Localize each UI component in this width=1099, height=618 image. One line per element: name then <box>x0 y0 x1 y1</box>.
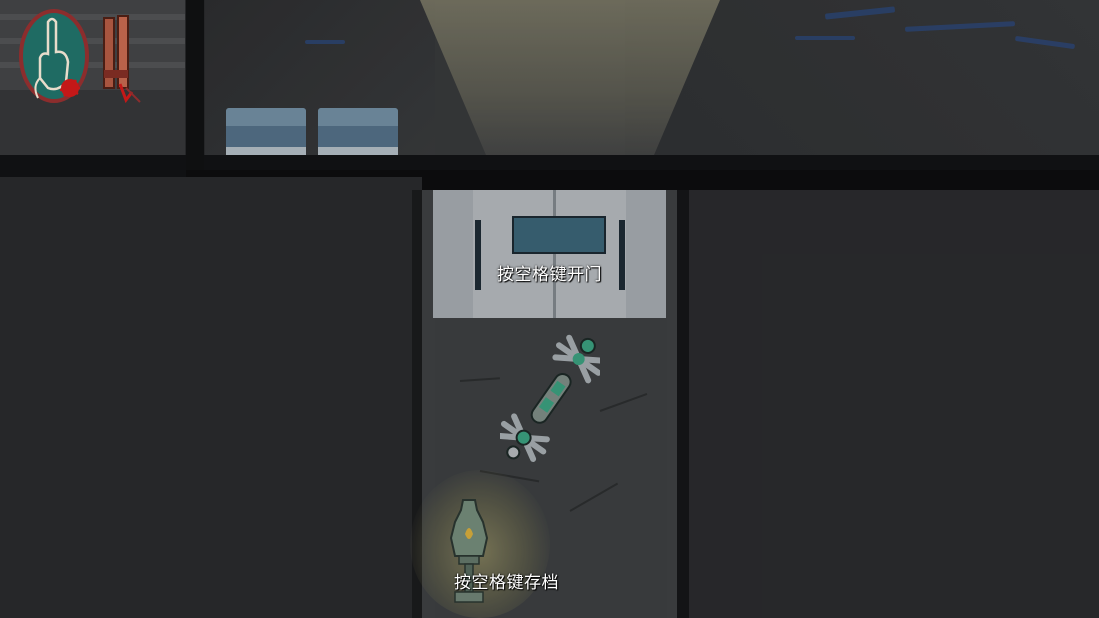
game-scene: 按空格键开门 按空格键存档 <box>0 0 1099 618</box>
left-dark-area <box>0 177 422 618</box>
door-window <box>512 216 606 254</box>
right-dark-area <box>688 190 1099 618</box>
player-character <box>500 334 600 462</box>
blue-stain <box>305 40 345 44</box>
open-door-prompt: 按空格键开门 <box>497 265 602 285</box>
bundled-talisman-icon <box>103 15 141 104</box>
hospital-bed <box>318 108 398 155</box>
door[interactable] <box>433 190 666 318</box>
wall-vertical <box>186 0 204 177</box>
blue-stain <box>795 36 855 40</box>
hospital-bed <box>226 108 306 155</box>
save-lantern[interactable] <box>447 498 491 613</box>
raised-finger-portrait-icon <box>19 9 89 103</box>
save-prompt: 按空格键存档 <box>454 573 559 593</box>
